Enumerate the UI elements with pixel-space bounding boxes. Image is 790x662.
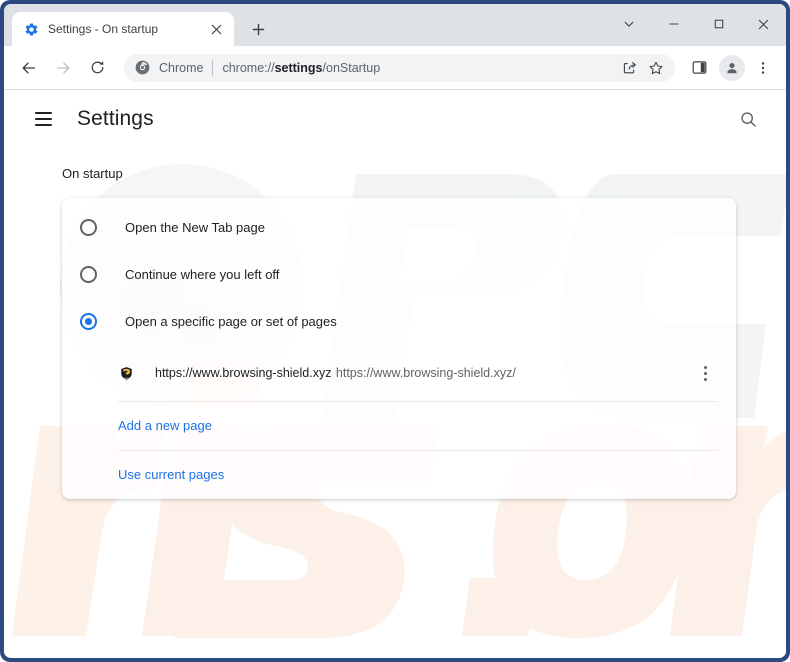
omnibox-scheme-label: Chrome — [159, 60, 204, 75]
add-new-page-link[interactable]: Add a new page — [118, 416, 212, 436]
add-new-page-row[interactable]: Add a new page — [62, 402, 736, 450]
close-icon[interactable] — [741, 4, 786, 44]
shield-favicon-icon — [118, 365, 134, 381]
tab-settings[interactable]: Settings - On startup — [12, 12, 234, 46]
gear-icon — [23, 21, 39, 37]
startup-option-new-tab[interactable]: Open the New Tab page — [62, 204, 736, 251]
browser-window-inner: Settings - On startup Chrome chrome://se… — [4, 4, 786, 658]
reload-icon[interactable] — [82, 53, 112, 83]
settings-page: Settings On startup Open the New Tab pag… — [4, 90, 786, 656]
omnibox-separator — [212, 59, 214, 76]
omnibox-url-suffix: /onStartup — [322, 60, 381, 75]
bookmark-star-icon[interactable] — [643, 55, 669, 81]
tab-strip: Settings - On startup — [4, 4, 786, 46]
startup-option-specific-pages[interactable]: Open a specific page or set of pages — [62, 298, 736, 345]
startup-page-url: https://www.browsing-shield.xyz/ — [335, 365, 516, 380]
new-tab-button[interactable] — [244, 15, 272, 43]
startup-page-text: https://www.browsing-shield.xyz https://… — [155, 364, 692, 383]
use-current-pages-link[interactable]: Use current pages — [118, 465, 224, 485]
browser-window: Settings - On startup Chrome chrome://se… — [0, 0, 790, 662]
on-startup-card: Open the New Tab page Continue where you… — [62, 198, 736, 499]
use-current-pages-row[interactable]: Use current pages — [62, 451, 736, 499]
startup-page-row: https://www.browsing-shield.xyz https://… — [62, 345, 736, 401]
browser-menu-icon[interactable] — [749, 54, 777, 82]
hamburger-menu-icon[interactable] — [28, 104, 58, 134]
window-controls — [606, 4, 786, 44]
section-heading: On startup — [62, 166, 123, 181]
startup-option-continue[interactable]: Continue where you left off — [62, 251, 736, 298]
radio-icon-selected[interactable] — [80, 313, 97, 330]
settings-header: Settings — [4, 90, 786, 148]
omnibox-url-text: chrome://settings/onStartup — [222, 61, 617, 75]
chevron-down-icon[interactable] — [606, 4, 651, 44]
omnibox-url-prefix: chrome:// — [222, 60, 275, 75]
search-icon[interactable] — [732, 103, 764, 135]
maximize-icon[interactable] — [696, 4, 741, 44]
close-icon[interactable] — [206, 19, 226, 39]
tab-title: Settings - On startup — [48, 22, 159, 36]
back-icon[interactable] — [14, 53, 44, 83]
forward-icon[interactable] — [48, 53, 78, 83]
avatar[interactable] — [719, 54, 745, 81]
address-bar[interactable]: Chrome chrome://settings/onStartup — [124, 53, 675, 82]
startup-page-menu-icon[interactable] — [692, 360, 718, 386]
startup-option-label: Open the New Tab page — [125, 219, 265, 235]
radio-icon[interactable] — [80, 219, 97, 236]
startup-page-title: https://www.browsing-shield.xyz — [155, 365, 332, 380]
startup-option-label: Open a specific page or set of pages — [125, 313, 337, 329]
share-icon[interactable] — [617, 55, 643, 81]
omnibox-actions — [617, 55, 669, 81]
omnibox-url-bold: settings — [274, 60, 323, 75]
chrome-logo-icon — [135, 60, 151, 76]
minimize-icon[interactable] — [651, 4, 696, 44]
startup-option-label: Continue where you left off — [125, 266, 280, 282]
side-panel-icon[interactable] — [685, 54, 713, 82]
radio-icon[interactable] — [80, 266, 97, 283]
browser-toolbar: Chrome chrome://settings/onStartup — [4, 46, 786, 90]
page-title: Settings — [77, 107, 154, 130]
